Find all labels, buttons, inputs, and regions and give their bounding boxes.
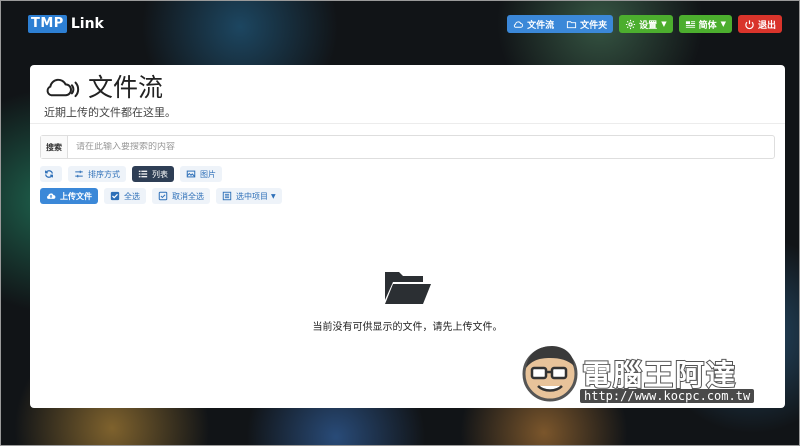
checkbox-outline-icon [158, 191, 168, 201]
list-view-label: 列表 [152, 169, 168, 179]
cartoon-face-logo [522, 346, 578, 402]
folder-label: 文件夹 [580, 20, 608, 31]
cloud-wave-icon [44, 75, 80, 101]
action-toolbar: 上传文件 全选 取消全选 选中项目 ▼ [40, 188, 282, 204]
file-stream-label: 文件流 [527, 20, 555, 31]
upload-label: 上传文件 [60, 191, 92, 201]
watermark: 電腦王阿達 http://www.kocpc.com.tw [518, 340, 768, 410]
language-dropdown[interactable]: 简体 ▼ [678, 15, 732, 33]
page-subtitle: 近期上传的文件都在这里。 [44, 106, 176, 119]
watermark-url: http://www.kocpc.com.tw [580, 389, 755, 403]
sort-label: 排序方式 [88, 169, 120, 179]
settings-dropdown[interactable]: 设置 ▼ [619, 15, 673, 33]
logo[interactable]: TMP Link [28, 14, 104, 34]
list-box-icon [222, 191, 232, 201]
settings-label: 设置 [639, 20, 658, 31]
search-bar: 搜索 [40, 135, 775, 159]
cloud-icon [514, 20, 524, 28]
empty-state: 当前没有可供显示的文件，请先上传文件。 [30, 270, 785, 333]
search-label: 搜索 [41, 136, 68, 158]
logo-box: TMP [28, 15, 67, 33]
search-input[interactable] [68, 142, 774, 152]
selected-items-dropdown[interactable]: 选中项目 ▼ [216, 188, 282, 204]
select-all-button[interactable]: 全选 [104, 188, 146, 204]
logout-label: 退出 [757, 20, 776, 31]
sliders-icon [75, 170, 83, 178]
view-switch-group: 文件流 文件夹 [507, 15, 614, 33]
deselect-all-label: 取消全选 [172, 191, 204, 201]
refresh-icon [45, 170, 53, 178]
language-label: 简体 [698, 20, 717, 31]
language-icon [685, 20, 695, 28]
folder-icon [567, 20, 577, 28]
chevron-down-icon: ▼ [271, 192, 276, 200]
chevron-down-icon: ▼ [661, 20, 667, 28]
image-icon [186, 170, 196, 178]
gear-icon [626, 19, 636, 29]
deselect-all-button[interactable]: 取消全选 [152, 188, 210, 204]
chevron-down-icon: ▼ [720, 20, 726, 28]
folder-button[interactable]: 文件夹 [560, 15, 613, 33]
logout-button[interactable]: 退出 [737, 15, 782, 33]
cloud-upload-icon [47, 193, 56, 199]
sort-button[interactable]: 排序方式 [68, 166, 126, 182]
file-stream-button[interactable]: 文件流 [507, 15, 560, 33]
page-title: 文件流 [88, 73, 164, 102]
watermark-title: 電腦王阿達 [581, 357, 738, 393]
power-icon [745, 19, 754, 29]
image-view-button[interactable]: 图片 [180, 166, 222, 182]
open-folder-icon [384, 272, 431, 304]
top-nav: 文件流 文件夹 设置 ▼ 简体 ▼ 退出 [507, 15, 782, 33]
image-view-label: 图片 [200, 169, 216, 179]
refresh-button[interactable] [40, 166, 62, 182]
list-icon [138, 170, 148, 178]
view-toolbar: 排序方式 列表 图片 [40, 166, 222, 182]
upload-button[interactable]: 上传文件 [40, 188, 98, 204]
empty-message: 当前没有可供显示的文件，请先上传文件。 [312, 322, 503, 333]
checkbox-checked-icon [110, 191, 120, 201]
logo-text: Link [70, 16, 104, 32]
select-all-label: 全选 [124, 191, 140, 201]
panel-header: 文件流 近期上传的文件都在这里。 [30, 65, 785, 124]
list-view-button[interactable]: 列表 [132, 166, 174, 182]
selected-items-label: 选中项目 [236, 191, 268, 201]
